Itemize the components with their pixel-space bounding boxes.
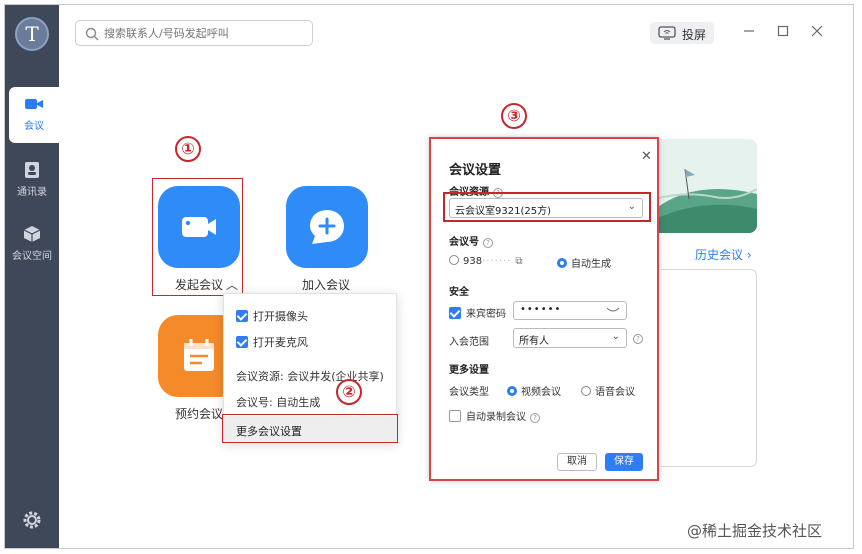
help-icon[interactable]: ? — [633, 334, 643, 344]
type-video-option[interactable]: 视频会议 — [507, 383, 561, 398]
meeting-settings-dialog: 会议设置 ✕ 会议资源? 云会议室9321(25方) ⌄ 会议号? 938····… — [429, 137, 659, 481]
search-bar[interactable] — [75, 20, 313, 46]
help-icon[interactable]: ? — [483, 238, 493, 248]
dropdown-resource-info: 会议资源: 会议井发(企业共享) — [236, 370, 384, 383]
gear-icon[interactable] — [22, 510, 42, 530]
camera-checkbox[interactable] — [236, 310, 248, 322]
schedule-meeting-label: 预约会议 — [175, 407, 224, 421]
radio-button[interactable] — [581, 386, 591, 396]
app-window: T 会议 通讯录 会议空间 投屏 ① 发起会议︿ — [4, 4, 854, 549]
sidebar-item-meeting-space[interactable]: 会议空间 — [5, 217, 59, 273]
security-label: 安全 — [449, 287, 469, 298]
meeting-banner-image — [655, 139, 757, 233]
close-icon[interactable] — [809, 23, 825, 39]
annotation-3: ③ — [501, 103, 527, 129]
radio-button[interactable] — [449, 255, 459, 265]
type-voice-option[interactable]: 语音会议 — [581, 383, 635, 398]
help-icon[interactable]: ? — [530, 413, 540, 423]
number-label: 会议号? — [449, 233, 493, 248]
app-logo: T — [15, 17, 49, 51]
add-icon — [310, 210, 344, 244]
number-option-personal[interactable]: 938······· ⧉ — [449, 255, 523, 267]
sidebar: T 会议 通讯录 会议空间 — [5, 5, 59, 548]
scope-select[interactable]: 所有人 ⌄ — [513, 328, 627, 348]
dropdown-camera-option[interactable]: 打开摄像头 — [236, 308, 308, 324]
radio-button-selected[interactable] — [507, 386, 517, 396]
eye-hidden-icon[interactable] — [606, 306, 620, 314]
video-camera-icon — [182, 217, 216, 237]
annotation-box-2 — [222, 414, 398, 443]
history-meetings-link[interactable]: 历史会议 › — [695, 246, 752, 263]
mic-checkbox[interactable] — [236, 336, 248, 348]
radio-button-selected[interactable] — [557, 258, 567, 268]
maximize-icon[interactable] — [775, 23, 791, 39]
search-icon — [85, 27, 99, 41]
meeting-type-label: 会议类型 — [449, 387, 489, 398]
video-camera-icon — [25, 99, 43, 109]
cube-icon — [23, 226, 41, 242]
sidebar-item-meeting[interactable]: 会议 — [9, 87, 59, 143]
password-field[interactable]: •••••• — [513, 301, 627, 320]
dialog-title: 会议设置 — [449, 163, 502, 178]
minimize-icon[interactable] — [741, 23, 757, 39]
cast-icon — [658, 26, 676, 40]
start-meeting-label: 发起会议 ︿ — [175, 278, 239, 292]
auto-record-option[interactable]: 自动录制会议? — [449, 408, 540, 423]
history-list-panel — [661, 269, 757, 467]
start-meeting-button[interactable] — [158, 186, 240, 268]
dropdown-mic-option[interactable]: 打开麦克风 — [236, 334, 308, 350]
cancel-button[interactable]: 取消 — [557, 453, 597, 471]
watermark-text: @稀土掘金技术社区 — [687, 522, 823, 540]
chevron-up-icon[interactable]: ︿ — [226, 278, 238, 292]
close-icon[interactable]: ✕ — [641, 149, 652, 164]
password-checkbox[interactable] — [449, 307, 461, 319]
chevron-down-icon: ⌄ — [611, 331, 620, 342]
annotation-1: ① — [175, 136, 201, 162]
join-meeting-label: 加入会议 — [302, 278, 351, 292]
password-option[interactable]: 来宾密码 — [449, 305, 506, 320]
dropdown-number-info: 会议号: 自动生成 — [236, 396, 321, 409]
annotation-2: ② — [336, 379, 362, 405]
annotation-box-3 — [443, 192, 651, 222]
contacts-icon — [25, 162, 39, 178]
sidebar-item-label: 通讯录 — [17, 187, 47, 198]
auto-record-checkbox[interactable] — [449, 410, 461, 422]
sidebar-item-label: 会议 — [24, 121, 44, 132]
cast-label: 投屏 — [682, 28, 707, 42]
copy-icon[interactable]: ⧉ — [515, 256, 522, 267]
number-option-auto[interactable]: 自动生成 — [557, 255, 611, 270]
sidebar-item-label: 会议空间 — [12, 251, 52, 262]
search-input[interactable] — [104, 25, 304, 42]
scope-label: 入会范围 — [449, 337, 489, 348]
join-meeting-button[interactable] — [286, 186, 368, 268]
more-settings-label: 更多设置 — [449, 365, 489, 376]
screen-cast-button[interactable]: 投屏 — [650, 22, 714, 44]
save-button[interactable]: 保存 — [605, 453, 643, 471]
sidebar-item-contacts[interactable]: 通讯录 — [5, 153, 59, 209]
